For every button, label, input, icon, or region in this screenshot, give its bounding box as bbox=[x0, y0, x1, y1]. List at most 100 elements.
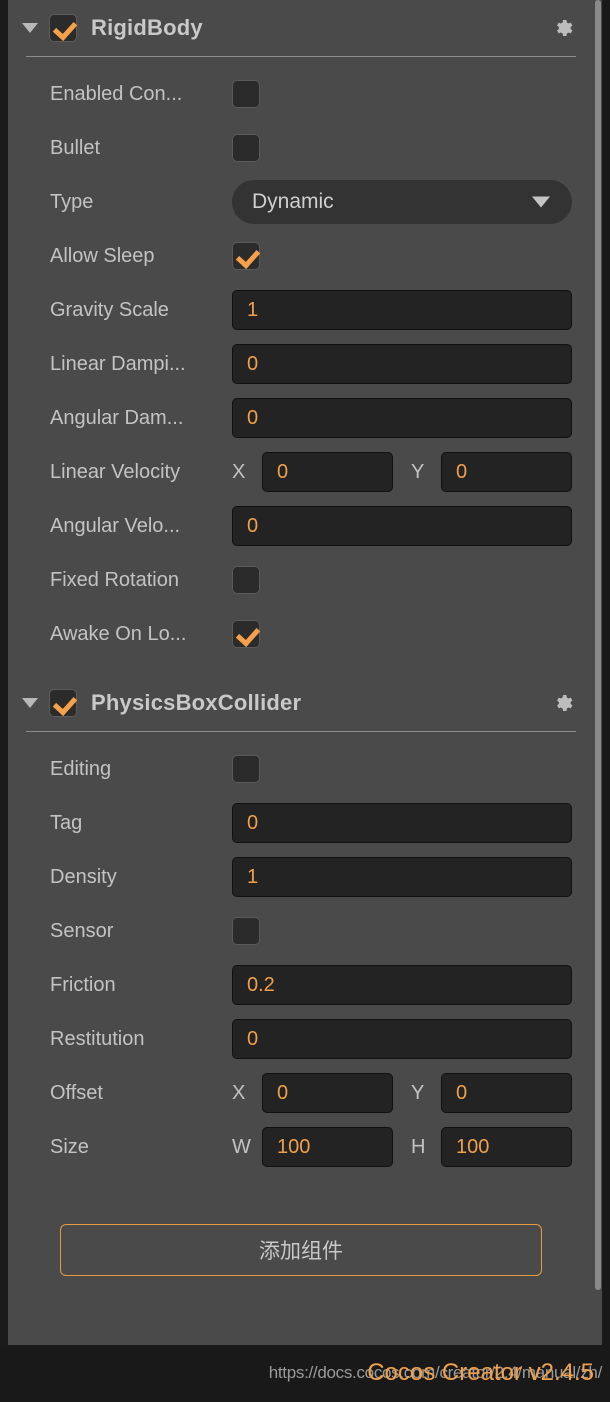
property-number-input[interactable]: 0 bbox=[232, 344, 572, 384]
property-label: Awake On Lo... bbox=[50, 622, 187, 645]
property-number-input[interactable]: 0.2 bbox=[232, 965, 572, 1005]
axis-label-a: X bbox=[232, 1081, 246, 1104]
status-version-text: Cocos Creator v2.4.5 bbox=[367, 1359, 594, 1386]
property-number-input[interactable]: 0 bbox=[232, 506, 572, 546]
property-row: Tag 0 bbox=[8, 796, 594, 850]
property-label: Enabled Con... bbox=[50, 82, 183, 105]
property-row: Linear Dampi... 0 bbox=[8, 337, 594, 391]
property-row: Bullet bbox=[8, 121, 594, 175]
property-row: Allow Sleep bbox=[8, 229, 594, 283]
property-number-input-b[interactable]: 0 bbox=[441, 1073, 572, 1113]
property-row: Awake On Lo... bbox=[8, 607, 594, 661]
component-title: PhysicsBoxCollider bbox=[91, 690, 302, 715]
app-window: RigidBody Enabled Con... Bullet Type Dynamic… bbox=[0, 0, 610, 1402]
property-checkbox[interactable] bbox=[232, 242, 260, 270]
property-row: Type Dynamic bbox=[8, 175, 594, 229]
property-row: Friction 0.2 bbox=[8, 958, 594, 1012]
status-text-stack: https://docs.cocos.com/creator/2.4/manua… bbox=[182, 1359, 603, 1389]
property-label: Tag bbox=[50, 811, 83, 834]
gear-icon[interactable] bbox=[552, 17, 574, 39]
property-row: Sensor bbox=[8, 904, 594, 958]
status-bar: https://docs.cocos.com/creator/2.4/manua… bbox=[0, 1345, 610, 1402]
property-value-a: 100 bbox=[277, 1135, 311, 1158]
property-pair: W 100 H 100 bbox=[232, 1127, 572, 1167]
property-label: Type bbox=[50, 190, 94, 213]
component-enabled-checkbox[interactable] bbox=[49, 14, 77, 42]
property-checkbox[interactable] bbox=[232, 80, 260, 108]
property-number-input-a[interactable]: 0 bbox=[262, 452, 393, 492]
gear-icon[interactable] bbox=[552, 692, 574, 714]
property-row: Offset X 0 Y 0 bbox=[8, 1066, 594, 1120]
property-number-input-b[interactable]: 0 bbox=[441, 452, 572, 492]
axis-label-b: H bbox=[411, 1135, 426, 1158]
component-title: RigidBody bbox=[91, 15, 203, 40]
add-component-button[interactable]: 添加组件 bbox=[60, 1224, 542, 1276]
property-label: Angular Velo... bbox=[50, 514, 181, 537]
property-checkbox[interactable] bbox=[232, 566, 260, 594]
property-pair: X 0 Y 0 bbox=[232, 452, 572, 492]
axis-label-a: X bbox=[232, 460, 246, 483]
property-value: 0 bbox=[247, 406, 259, 429]
property-label: Density bbox=[50, 865, 117, 888]
property-value: 1 bbox=[247, 298, 259, 321]
property-label: Size bbox=[50, 1135, 89, 1158]
property-label: Offset bbox=[50, 1081, 103, 1104]
inspector-panel: RigidBody Enabled Con... Bullet Type Dynamic… bbox=[8, 0, 602, 1345]
property-label: Allow Sleep bbox=[50, 244, 155, 267]
inspector-content: RigidBody Enabled Con... Bullet Type Dynamic… bbox=[8, 0, 594, 1345]
property-value-a: 0 bbox=[277, 1081, 289, 1104]
axis-label-a: W bbox=[232, 1135, 251, 1158]
property-label: Fixed Rotation bbox=[50, 568, 179, 591]
property-label: Friction bbox=[50, 973, 116, 996]
property-number-input[interactable]: 1 bbox=[232, 857, 572, 897]
property-value: 0 bbox=[247, 352, 259, 375]
property-row: Enabled Con... bbox=[8, 67, 594, 121]
property-row: Restitution 0 bbox=[8, 1012, 594, 1066]
chevron-down-icon bbox=[532, 196, 550, 208]
property-value-a: 0 bbox=[277, 460, 289, 483]
property-checkbox[interactable] bbox=[232, 917, 260, 945]
component-enabled-checkbox[interactable] bbox=[49, 689, 77, 717]
property-number-input[interactable]: 0 bbox=[232, 803, 572, 843]
property-value-b: 0 bbox=[456, 1081, 468, 1104]
property-value: 0 bbox=[247, 1027, 259, 1050]
bottom-spacer bbox=[8, 1276, 594, 1345]
inspector-scrollbar-track[interactable] bbox=[594, 0, 602, 1345]
property-number-input-a[interactable]: 100 bbox=[262, 1127, 393, 1167]
property-row: Gravity Scale 1 bbox=[8, 283, 594, 337]
property-number-input[interactable]: 1 bbox=[232, 290, 572, 330]
component-properties: Editing Tag 0 Density 1 Sensor Friction 0.2 Rest… bbox=[8, 732, 594, 1188]
property-row: Editing bbox=[8, 742, 594, 796]
property-number-input[interactable]: 0 bbox=[232, 1019, 572, 1059]
property-checkbox[interactable] bbox=[232, 134, 260, 162]
property-value-b: 0 bbox=[456, 460, 468, 483]
property-value: 0 bbox=[247, 514, 259, 537]
inspector-scrollbar-thumb[interactable] bbox=[595, 0, 601, 1290]
property-value: 0 bbox=[247, 811, 259, 834]
property-label: Editing bbox=[50, 757, 112, 780]
property-value-b: 100 bbox=[456, 1135, 490, 1158]
property-checkbox[interactable] bbox=[232, 755, 260, 783]
property-number-input[interactable]: 0 bbox=[232, 398, 572, 438]
property-label: Restitution bbox=[50, 1027, 145, 1050]
axis-label-b: Y bbox=[411, 1081, 425, 1104]
triangle-down-icon[interactable] bbox=[22, 23, 38, 33]
property-label: Linear Velocity bbox=[50, 460, 181, 483]
component-header[interactable]: PhysicsBoxCollider bbox=[8, 675, 594, 731]
component-section: RigidBody Enabled Con... Bullet Type Dynamic… bbox=[8, 0, 594, 675]
property-row: Angular Dam... 0 bbox=[8, 391, 594, 445]
property-label: Sensor bbox=[50, 919, 114, 942]
axis-label-b: Y bbox=[411, 460, 425, 483]
component-section: PhysicsBoxCollider Editing Tag 0 Density 1 Sen… bbox=[8, 675, 594, 1188]
add-component-area: 添加组件 bbox=[8, 1188, 594, 1276]
property-label: Angular Dam... bbox=[50, 406, 184, 429]
property-label: Gravity Scale bbox=[50, 298, 169, 321]
triangle-down-icon[interactable] bbox=[22, 698, 38, 708]
property-dropdown[interactable]: Dynamic bbox=[232, 180, 572, 224]
property-value: 1 bbox=[247, 865, 259, 888]
property-row: Linear Velocity X 0 Y 0 bbox=[8, 445, 594, 499]
property-number-input-b[interactable]: 100 bbox=[441, 1127, 572, 1167]
property-checkbox[interactable] bbox=[232, 620, 260, 648]
component-header[interactable]: RigidBody bbox=[8, 0, 594, 56]
property-number-input-a[interactable]: 0 bbox=[262, 1073, 393, 1113]
